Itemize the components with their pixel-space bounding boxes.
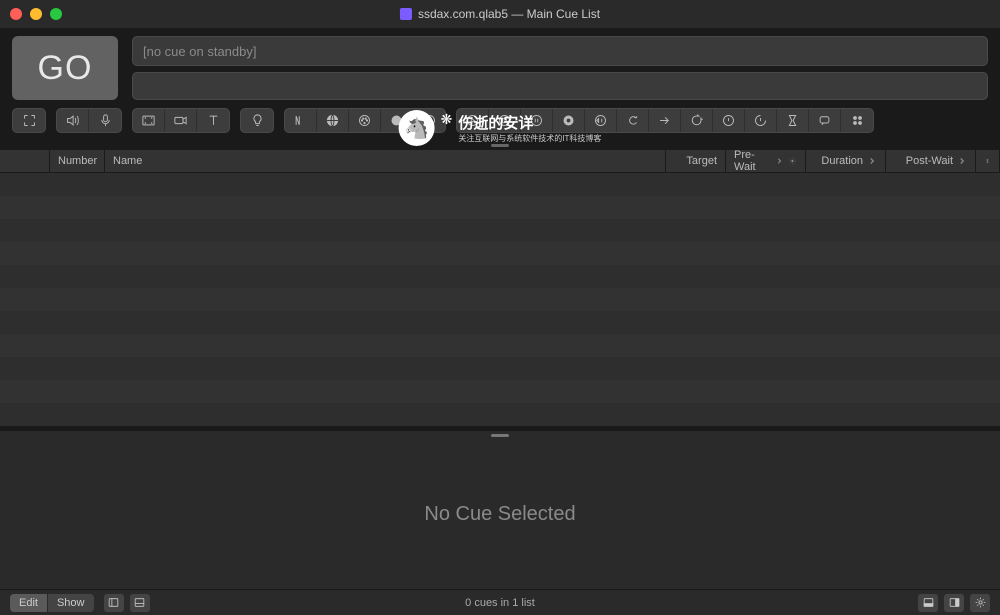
settings-button[interactable] <box>970 594 990 612</box>
goto-icon[interactable] <box>649 109 681 132</box>
col-flag[interactable] <box>0 150 50 172</box>
cue-row[interactable] <box>0 357 1000 380</box>
title-text: ssdax.com.qlab5 — Main Cue List <box>418 7 600 21</box>
sidebar-toggle-button[interactable] <box>104 594 124 612</box>
cue-row[interactable] <box>0 196 1000 219</box>
devamp-icon[interactable] <box>617 109 649 132</box>
text-icon[interactable] <box>197 109 229 132</box>
maximize-icon[interactable] <box>50 8 62 20</box>
toolbar-drag-handle[interactable] <box>0 141 1000 149</box>
col-target[interactable]: Target <box>666 150 726 172</box>
footer-bar: Edit Show 0 cues in 1 list <box>0 589 1000 615</box>
cue-row[interactable] <box>0 334 1000 357</box>
cue-row[interactable] <box>0 265 1000 288</box>
column-headers: Number Name Target Pre-Wait Duration Pos… <box>0 149 1000 173</box>
cue-row[interactable] <box>0 380 1000 403</box>
mode-segmented-control: Edit Show <box>10 594 94 612</box>
midifile-icon[interactable] <box>381 109 413 132</box>
header-area: GO [no cue on standby] <box>0 28 1000 106</box>
traffic-lights <box>10 8 62 20</box>
panel-toggle-button[interactable] <box>130 594 150 612</box>
fullscreen-icon[interactable] <box>13 109 45 132</box>
go-button[interactable]: GO <box>12 36 118 100</box>
arm-icon[interactable] <box>713 109 745 132</box>
stop-icon[interactable] <box>489 109 521 132</box>
cue-name-field[interactable] <box>132 72 988 100</box>
fade-icon[interactable] <box>285 109 317 132</box>
edit-mode-button[interactable]: Edit <box>10 594 48 612</box>
inspector-empty-text: No Cue Selected <box>424 503 575 526</box>
standby-display[interactable]: [no cue on standby] <box>132 36 988 66</box>
cue-row[interactable] <box>0 219 1000 242</box>
titlebar: ssdax.com.qlab5 — Main Cue List <box>0 0 1000 28</box>
inspector-panel: No Cue Selected <box>0 439 1000 589</box>
cue-toolbar <box>0 106 1000 141</box>
cue-row[interactable] <box>0 311 1000 334</box>
window-title: ssdax.com.qlab5 — Main Cue List <box>400 7 600 21</box>
inspector-resize-handle[interactable] <box>0 431 1000 439</box>
network-icon[interactable] <box>317 109 349 132</box>
col-number[interactable]: Number <box>50 150 105 172</box>
footer-status: 0 cues in 1 list <box>465 597 535 609</box>
cue-row[interactable] <box>0 403 1000 426</box>
col-postwait[interactable]: Post-Wait <box>886 150 976 172</box>
header-fields: [no cue on standby] <box>132 36 988 100</box>
target-icon[interactable] <box>681 109 713 132</box>
show-mode-button[interactable]: Show <box>48 594 94 612</box>
cue-row[interactable] <box>0 173 1000 196</box>
close-icon[interactable] <box>10 8 22 20</box>
wait-icon[interactable] <box>777 109 809 132</box>
disarm-icon[interactable] <box>745 109 777 132</box>
camera-icon[interactable] <box>165 109 197 132</box>
cue-row[interactable] <box>0 288 1000 311</box>
minimize-icon[interactable] <box>30 8 42 20</box>
video-icon[interactable] <box>133 109 165 132</box>
reset-icon[interactable] <box>585 109 617 132</box>
pause-icon[interactable] <box>521 109 553 132</box>
cue-list[interactable] <box>0 173 1000 431</box>
col-name[interactable]: Name <box>105 150 666 172</box>
col-duration[interactable]: Duration <box>806 150 886 172</box>
mic-icon[interactable] <box>89 109 121 132</box>
script-icon[interactable] <box>841 109 873 132</box>
memo-icon[interactable] <box>809 109 841 132</box>
cue-row[interactable] <box>0 242 1000 265</box>
app-icon <box>400 8 412 20</box>
right-panel-button[interactable] <box>944 594 964 612</box>
timecode-icon[interactable] <box>413 109 445 132</box>
col-continue[interactable] <box>976 150 1000 172</box>
audio-icon[interactable] <box>57 109 89 132</box>
col-prewait[interactable]: Pre-Wait <box>726 150 806 172</box>
light-icon[interactable] <box>241 109 273 132</box>
midi-icon[interactable] <box>349 109 381 132</box>
play-icon[interactable] <box>457 109 489 132</box>
load-icon[interactable] <box>553 109 585 132</box>
bottom-panel-button[interactable] <box>918 594 938 612</box>
